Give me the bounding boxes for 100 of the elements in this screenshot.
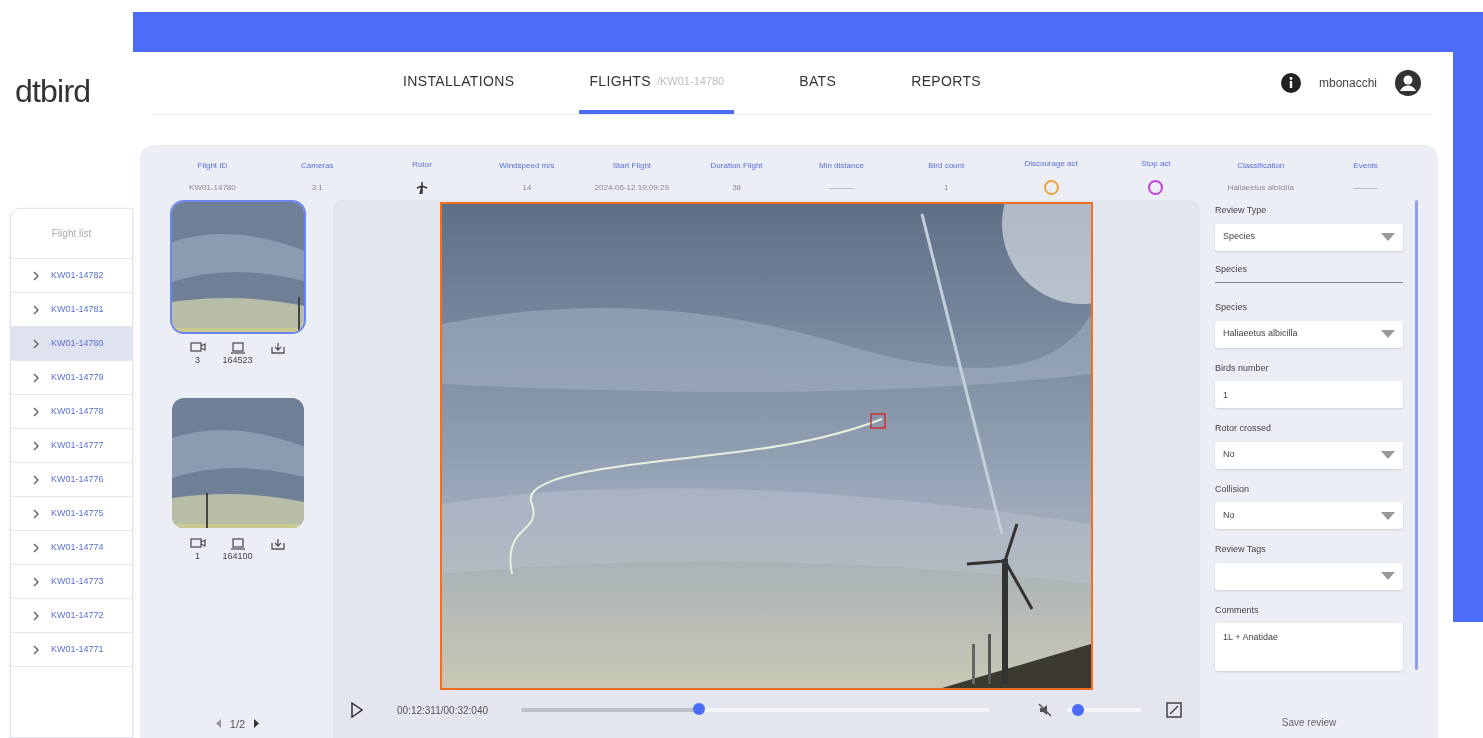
rotor-icon — [416, 180, 429, 195]
laptop-icon — [229, 342, 246, 354]
frame-number: 164100 — [222, 549, 253, 563]
column-value: 2024-06-12 10:09:29 — [594, 181, 669, 194]
laptop-icon — [229, 537, 246, 550]
flight-id: KW01-14774 — [51, 540, 104, 554]
column-label: Discourage act — [1024, 158, 1078, 170]
chevron-right-icon — [33, 338, 39, 349]
chevron-right-icon — [33, 644, 39, 655]
nav-tab[interactable]: FLIGHTS /KW01-14780 — [579, 52, 735, 114]
list-header: Flight list — [51, 227, 92, 241]
flight-id: KW01-14773 — [51, 574, 104, 588]
field-label: Review Type — [1215, 204, 1268, 217]
flight-id: KW01-14779 — [51, 370, 104, 384]
info-icon[interactable] — [1280, 73, 1301, 93]
comments-field[interactable]: 1L + Anatidae — [1215, 623, 1403, 671]
logo: dtbird — [15, 73, 91, 109]
dropdown-caret-icon — [1381, 330, 1395, 338]
column-label: Stop act — [1141, 158, 1171, 170]
column-value: 38 — [732, 181, 742, 194]
chevron-right-icon — [33, 304, 39, 315]
flight-id: KW01-14776 — [51, 472, 104, 486]
user-avatar-icon[interactable] — [1395, 70, 1421, 96]
column-label: Start Flight — [612, 159, 652, 172]
download-icon[interactable] — [270, 537, 285, 550]
dropdown-caret-icon — [1381, 451, 1395, 459]
progress-thumb[interactable] — [692, 703, 705, 715]
dropdown-caret-icon — [1381, 572, 1395, 580]
flight-list-item[interactable]: KW01-14781 — [11, 293, 132, 327]
flight-list-item[interactable]: KW01-14779 — [11, 361, 132, 395]
chevron-right-icon — [33, 576, 39, 587]
column-label: Flight ID — [197, 159, 228, 172]
tab-subtitle: /KW01-14780 — [656, 73, 725, 89]
column-label: Classification — [1237, 159, 1285, 172]
column-label: Events — [1353, 159, 1378, 172]
chevron-right-icon — [33, 406, 39, 417]
flight-list-item[interactable]: KW01-14773 — [11, 565, 132, 599]
flight-id: KW01-14771 — [51, 642, 104, 656]
flight-id: KW01-14772 — [51, 608, 104, 622]
download-icon[interactable] — [270, 342, 285, 354]
flight-list-item[interactable]: KW01-14780 — [11, 327, 132, 361]
dropdown[interactable]: No — [1215, 502, 1403, 529]
nav-tab[interactable]: REPORTS — [901, 52, 992, 114]
camera-number: 1 — [195, 549, 200, 563]
chevron-right-icon — [33, 440, 39, 451]
column-value: Haliaeetus albicilla — [1227, 181, 1294, 194]
user-name: mbonacchi — [1318, 75, 1377, 92]
field-label: Comments — [1215, 603, 1260, 617]
flight-list-item[interactable]: KW01-14775 — [11, 497, 132, 531]
flight-list-item[interactable]: KW01-14782 — [11, 259, 132, 293]
muted-speaker-icon[interactable] — [1037, 702, 1053, 718]
dropdown[interactable]: No — [1215, 441, 1403, 469]
next-page-icon[interactable] — [253, 719, 260, 729]
field-label: Collision — [1215, 482, 1250, 496]
frame-number: 164523 — [222, 354, 253, 367]
column-value: 1 — [944, 181, 949, 194]
nav-tab[interactable]: BATS — [789, 52, 847, 114]
flight-id: KW01-14775 — [51, 506, 104, 520]
column-value: ——— — [1353, 181, 1378, 194]
section-title: Species — [1215, 262, 1403, 283]
flight-id: KW01-14782 — [51, 268, 104, 282]
flight-list-item[interactable]: KW01-14778 — [11, 395, 132, 429]
fullscreen-icon[interactable] — [1166, 702, 1182, 718]
input-field[interactable]: 1 — [1215, 381, 1403, 408]
column-value: 14 — [522, 181, 532, 194]
chevron-right-icon — [33, 372, 39, 383]
chevron-right-icon — [33, 270, 39, 281]
flight-list-item[interactable]: KW01-14777 — [11, 429, 132, 463]
playback-time: 00:12:311/00:32:040 — [397, 703, 489, 718]
column-label: Bird count — [928, 159, 965, 172]
chevron-right-icon — [33, 542, 39, 553]
field-label: Birds number — [1215, 361, 1270, 375]
volume-thumb[interactable] — [1072, 704, 1085, 716]
flight-list-item[interactable]: KW01-14774 — [11, 531, 132, 565]
flight-id: KW01-14778 — [51, 404, 104, 418]
flight-list-item[interactable]: KW01-14772 — [11, 599, 132, 633]
camera-icon — [189, 537, 206, 548]
column-label: Duration Flight — [710, 159, 763, 172]
column-value: KW01-14780 — [189, 181, 236, 194]
chevron-right-icon — [33, 610, 39, 621]
flight-list-item[interactable]: KW01-14776 — [11, 463, 132, 497]
column-value: ——— — [829, 181, 854, 194]
flight-id: KW01-14777 — [51, 438, 104, 452]
column-label: Rotor — [412, 158, 432, 171]
flight-id: KW01-14780 — [51, 336, 104, 350]
save-review-button[interactable]: Save review — [1281, 715, 1337, 730]
flight-list-item[interactable]: KW01-14771 — [11, 633, 132, 667]
dropdown-caret-icon — [1381, 233, 1395, 241]
nav-tab[interactable]: INSTALLATIONS — [393, 52, 525, 114]
chevron-right-icon — [33, 508, 39, 519]
column-label: Windspeed m/s — [499, 159, 555, 172]
column-label: Min distance — [818, 159, 864, 172]
play-icon[interactable] — [351, 702, 363, 718]
field-label: Rotor crossed — [1215, 422, 1273, 435]
camera-icon — [189, 342, 206, 352]
dropdown[interactable]: Haliaeetus albicilla — [1215, 320, 1403, 348]
camera-number: 3 — [195, 354, 200, 367]
field-label: Species — [1215, 301, 1249, 314]
dropdown-caret-icon — [1381, 511, 1395, 520]
dropdown[interactable]: Species — [1215, 223, 1403, 251]
